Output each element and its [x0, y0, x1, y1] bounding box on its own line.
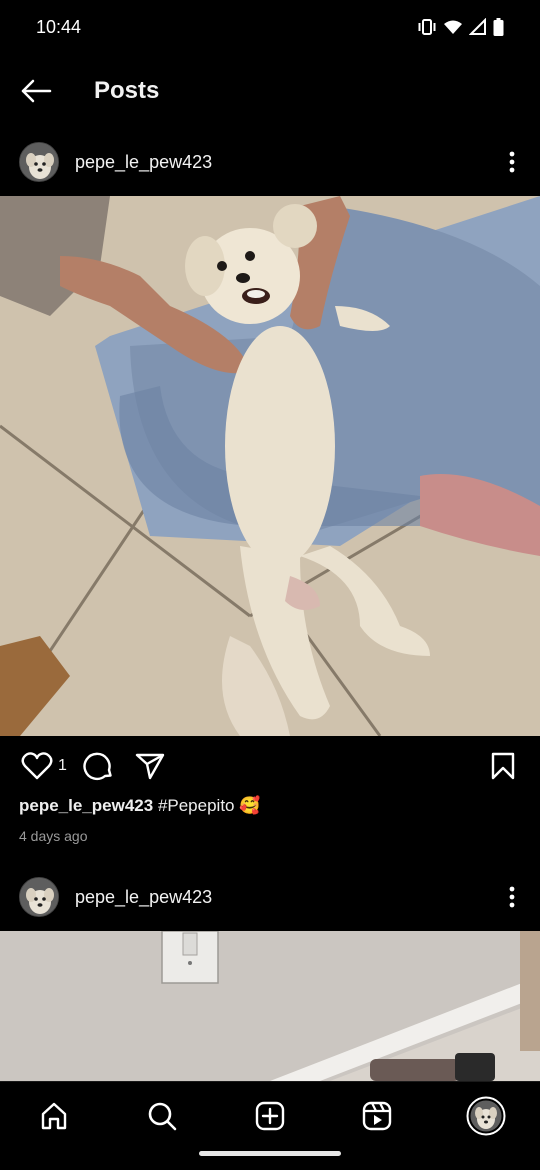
- back-button[interactable]: [16, 71, 56, 111]
- vibrate-icon: [417, 18, 437, 36]
- more-options-button[interactable]: [500, 877, 524, 917]
- post-username[interactable]: pepe_le_pew423: [75, 887, 212, 908]
- home-icon: [38, 1100, 70, 1132]
- status-bar: 10:44: [0, 0, 540, 54]
- post-caption: pepe_le_pew423 #Pepepito 🥰: [19, 796, 260, 816]
- status-icons: [417, 18, 504, 36]
- post-image[interactable]: [0, 931, 540, 1081]
- avatar[interactable]: [19, 142, 59, 182]
- post-header: pepe_le_pew423: [0, 128, 540, 196]
- more-vertical-icon: [509, 886, 515, 908]
- heart-icon: [20, 749, 54, 783]
- gesture-bar[interactable]: [199, 1151, 341, 1156]
- battery-icon: [493, 18, 504, 36]
- caption-username[interactable]: pepe_le_pew423: [19, 796, 153, 815]
- like-count[interactable]: 1: [58, 757, 67, 775]
- status-time: 10:44: [36, 16, 82, 37]
- more-vertical-icon: [509, 151, 515, 173]
- reels-icon: [361, 1100, 393, 1132]
- page-title: Posts: [94, 77, 160, 104]
- nav-create[interactable]: [250, 1096, 290, 1136]
- bookmark-icon: [488, 749, 518, 783]
- bottom-navigation: [0, 1081, 540, 1170]
- post-image[interactable]: [0, 196, 540, 736]
- more-options-button[interactable]: [500, 142, 524, 182]
- comment-button[interactable]: [81, 749, 115, 783]
- post-header: pepe_le_pew423: [0, 863, 540, 931]
- post-actions: 1: [0, 740, 540, 792]
- share-button[interactable]: [133, 749, 167, 783]
- like-button[interactable]: [20, 749, 54, 783]
- nav-profile[interactable]: [466, 1096, 506, 1136]
- nav-reels[interactable]: [357, 1096, 397, 1136]
- wifi-icon: [443, 18, 463, 36]
- avatar[interactable]: [19, 877, 59, 917]
- signal-icon: [469, 18, 487, 36]
- send-icon: [133, 749, 167, 783]
- profile-avatar: [466, 1096, 506, 1136]
- comment-icon: [81, 749, 115, 783]
- nav-search[interactable]: [142, 1096, 182, 1136]
- arrow-left-icon: [20, 79, 52, 103]
- top-bar: Posts: [0, 54, 540, 128]
- save-button[interactable]: [488, 749, 518, 783]
- nav-home[interactable]: [34, 1096, 74, 1136]
- post-timestamp: 4 days ago: [19, 828, 88, 844]
- search-icon: [146, 1100, 178, 1132]
- add-post-icon: [254, 1100, 286, 1132]
- caption-text: #Pepepito 🥰: [157, 796, 261, 815]
- post-username[interactable]: pepe_le_pew423: [75, 152, 212, 173]
